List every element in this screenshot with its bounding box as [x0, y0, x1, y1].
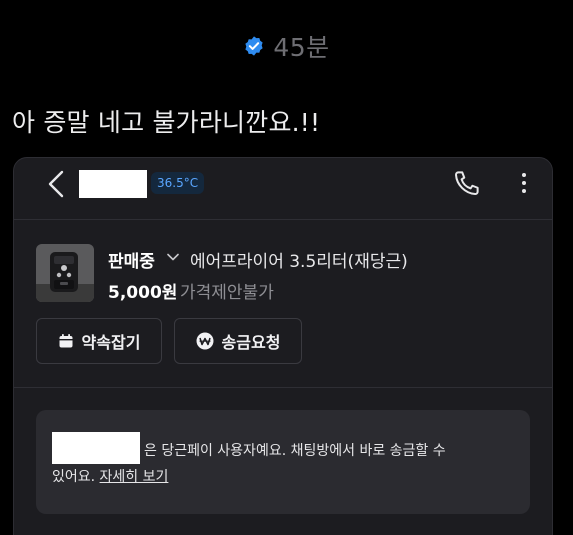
post-text: 아 증말 네고 불가라니깐요.!!	[12, 108, 321, 137]
post-meta: 45분	[0, 28, 573, 64]
manner-temperature-badge: 36.5°C	[151, 172, 205, 194]
back-button[interactable]	[42, 166, 70, 202]
remit-request-button[interactable]: 송금요청	[174, 318, 302, 364]
product-title: 에어프라이어 3.5리터(재당근)	[190, 252, 408, 272]
won-coin-icon	[196, 332, 214, 350]
pay-notice-message: 은 당근페이 사용자예요. 채팅방에서 바로 송금할 수 있어요. 자세히 보기	[36, 410, 530, 514]
product-summary[interactable]: 판매중 에어프라이어 3.5리터(재당근) 5,000원 가격제안불가	[36, 244, 536, 304]
notice-prefix: 있어요.	[52, 469, 96, 485]
redacted-username	[52, 432, 140, 464]
notice-text: 은 당근페이 사용자예요. 채팅방에서 바로 송금할 수	[144, 443, 446, 459]
chevron-down-icon[interactable]	[166, 250, 180, 264]
appointment-button[interactable]: 약속잡기	[36, 318, 162, 364]
header-divider	[14, 219, 552, 220]
product-price: 5,000원	[108, 283, 178, 303]
notice-text-line2: 있어요. 자세히 보기	[52, 466, 168, 486]
chat-header: 36.5°C	[14, 158, 552, 218]
chevron-left-icon	[48, 170, 64, 198]
more-vertical-icon	[522, 173, 526, 193]
time-ago: 45분	[273, 33, 330, 62]
actions-divider	[14, 387, 552, 388]
learn-more-link[interactable]: 자세히 보기	[100, 469, 169, 485]
embedded-chat-screenshot: 36.5°C 판매중 에어프라이어 3.5리터(재당근) 5,000원 가격제안…	[13, 157, 553, 535]
more-options-button[interactable]	[512, 166, 536, 200]
sale-status[interactable]: 판매중	[108, 247, 155, 272]
product-thumbnail	[36, 244, 94, 302]
verified-check-icon	[245, 36, 263, 56]
redacted-username	[79, 170, 147, 198]
negotiation-status: 가격제안불가	[180, 283, 274, 303]
appointment-label: 약속잡기	[81, 333, 141, 352]
remit-label: 송금요청	[221, 333, 281, 352]
calendar-icon	[59, 334, 73, 348]
post-view: 45분 아 증말 네고 불가라니깐요.!! 36.5°C 판매중 에어프라이어 …	[0, 0, 573, 535]
call-button[interactable]	[450, 166, 484, 200]
air-fryer-image	[36, 244, 94, 302]
phone-icon	[455, 171, 479, 195]
